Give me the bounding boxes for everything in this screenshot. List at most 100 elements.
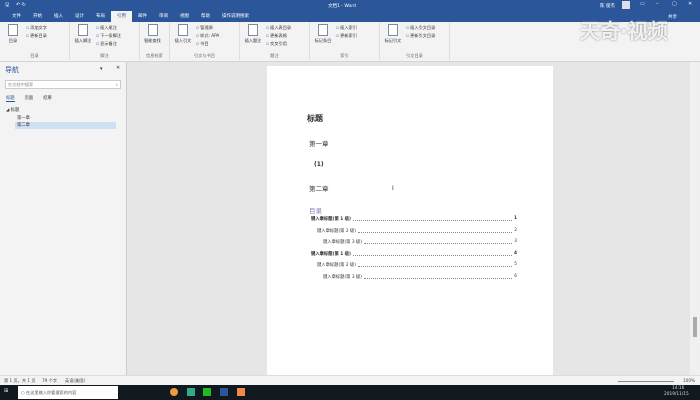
tab-10[interactable]: 操作说明搜索 [216,11,255,22]
nav-item-chapter1[interactable]: 第一章 [17,115,30,121]
nav-item-heading[interactable]: ◢ 标题 [6,107,19,113]
page-count[interactable]: 第 1 页，共 1 页 [4,378,36,384]
toc-page: 3 [514,239,517,244]
nav-item-chapter2[interactable]: 第二章 [15,122,116,129]
doc-item: (1) [314,161,324,168]
ribbon-small-button[interactable]: 添加文字 [26,25,47,31]
ribbon-small-button[interactable]: 更新表格 [266,33,291,39]
language[interactable]: 英语(美国) [65,378,85,384]
tab-3[interactable]: 设计 [69,11,90,22]
minimize-icon[interactable]: – [656,1,659,7]
group-label: 目录 [30,53,39,58]
toc-text: 键入章标题(第 1 级) [311,251,351,257]
word-icon[interactable] [220,388,228,396]
command-icon [388,24,398,36]
toc-entry[interactable]: 键入章标题(第 1 级) 1 [311,216,517,222]
chrome-icon[interactable] [170,388,178,396]
doc-heading: 标题 [307,114,323,123]
toc-leader [357,228,513,233]
tab-0[interactable]: 文件 [6,11,27,22]
toc-entry[interactable]: 键入章标题(第 3 级) 6 [323,274,517,280]
ribbon-small-button[interactable]: 插入引文目录 [406,25,435,31]
chevron-down-icon[interactable]: ▾ [100,66,103,72]
ribbon-small-button[interactable]: 插入表目录 [266,25,291,31]
tab-pages[interactable]: 页面 [25,95,34,102]
vertical-scrollbar[interactable] [690,62,700,375]
document-page[interactable]: 标题 第一章 (1) 第二章 目录 键入章标题(第 1 级) 1 键入章标题(第 2… [267,66,553,386]
zoom-level[interactable]: 100% [683,378,695,383]
doc-chapter1: 第一章 [309,140,329,148]
command-icon [78,24,88,36]
toc-page: 1 [514,216,517,221]
button-label: 目录 [8,38,18,43]
avatar[interactable] [622,1,630,9]
button-label: 标记引文 [384,38,402,43]
ribbon-group: 智能查找 信息检索 [140,22,170,60]
watermark: 天奇·视频 [580,19,668,43]
close-icon[interactable]: ✕ [116,65,120,71]
ribbon-small-button[interactable]: 更新目录 [26,33,47,39]
green-app-icon[interactable] [203,388,211,396]
group-label: 题注 [270,53,279,58]
close-icon[interactable]: ✕ [688,1,692,7]
group-label: 引文目录 [406,53,423,58]
files-icon[interactable] [187,388,195,396]
toc-entry[interactable]: 键入章标题(第 1 级) 4 [311,251,517,257]
ribbon-group: 插入题注 插入表目录更新表格交叉引用题注 [240,22,310,60]
toc-text: 键入章标题(第 2 级) [317,263,356,268]
tab-9[interactable]: 帮助 [195,11,216,22]
ribbon-small-button[interactable]: 下一条脚注 [96,33,121,39]
share-button[interactable]: 共享 [668,14,677,20]
ribbon-small-button[interactable]: 管理源 [196,25,219,31]
tab-7[interactable]: 审阅 [153,11,174,22]
command-icon [178,24,188,36]
search-icon[interactable]: ⌕ [116,82,118,87]
tab-1[interactable]: 开始 [27,11,48,22]
toc-text: 键入章标题(第 3 级) [323,240,362,245]
tab-6[interactable]: 邮件 [132,11,153,22]
taskbar-search[interactable]: ○ 在这里输入你要搜索的内容 [18,386,118,399]
tab-headings[interactable]: 标题 [6,95,15,102]
ribbon-options-icon[interactable]: ▭ [640,1,645,7]
window-title: 文档1 - Word [328,4,356,9]
taskbar-search-placeholder: 在这里输入你要搜索的内容 [26,390,77,395]
ribbon-small-button[interactable]: 显示备注 [96,41,121,47]
clock-time[interactable]: 14:16 [672,386,684,391]
undo-icon[interactable]: ↶·↻ [16,2,26,8]
clock-date[interactable]: 2019/11/15 [664,392,689,397]
toc-title: 目录 [309,207,322,215]
toc-entry[interactable]: 键入章标题(第 2 级) 2 [317,228,517,234]
word-count[interactable]: 79 个字 [42,378,57,384]
taskbar: ⊞ ○ 在这里输入你要搜索的内容 14:16 2019/11/15 [0,385,700,400]
tab-8[interactable]: 视图 [174,11,195,22]
ribbon-small-button[interactable]: 更新引文目录 [406,33,435,39]
toc-leader [357,262,513,267]
nav-title: 导航 [5,66,19,74]
toc-entry[interactable]: 键入章标题(第 2 级) 5 [317,262,517,268]
nav-tabs: 标题 页面 结果 [6,95,52,102]
ribbon-small-button[interactable]: 插入尾注 [96,25,121,31]
toc-entry[interactable]: 键入章标题(第 3 级) 3 [323,239,517,245]
zoom-slider[interactable] [618,381,674,382]
orange-app-icon[interactable] [237,388,245,396]
ribbon-group: 目录 添加文字更新目录目录 [0,22,70,60]
ribbon-small-button[interactable]: 插入索引 [336,25,357,31]
ribbon-small-button[interactable]: 样式: APA [196,33,219,39]
toc-leader [353,251,512,256]
maximize-icon[interactable]: ▢ [672,1,677,7]
tab-2[interactable]: 插入 [48,11,69,22]
tab-results[interactable]: 结果 [43,95,52,102]
ribbon-group: 插入引文 管理源样式: APA 书目引文与书目 [170,22,240,60]
ribbon-small-button[interactable]: 交叉引用 [266,41,291,47]
tab-4[interactable]: 布局 [90,11,111,22]
button-label: 插入脚注 [74,38,92,43]
user-name[interactable]: 陈 俊杰 [600,3,615,9]
button-label: 插入题注 [244,38,262,43]
ribbon-small-button[interactable]: 更新索引 [336,33,357,39]
nav-item-label: 标题 [10,108,20,113]
ribbon-small-button[interactable]: 书目 [196,41,219,47]
tab-5[interactable]: 引用 [111,11,132,22]
save-icon[interactable]: 🖫 [5,2,9,10]
nav-search-input[interactable]: 在文档中搜索 ⌕ [5,80,121,89]
windows-start-icon[interactable]: ⊞ [4,388,8,394]
